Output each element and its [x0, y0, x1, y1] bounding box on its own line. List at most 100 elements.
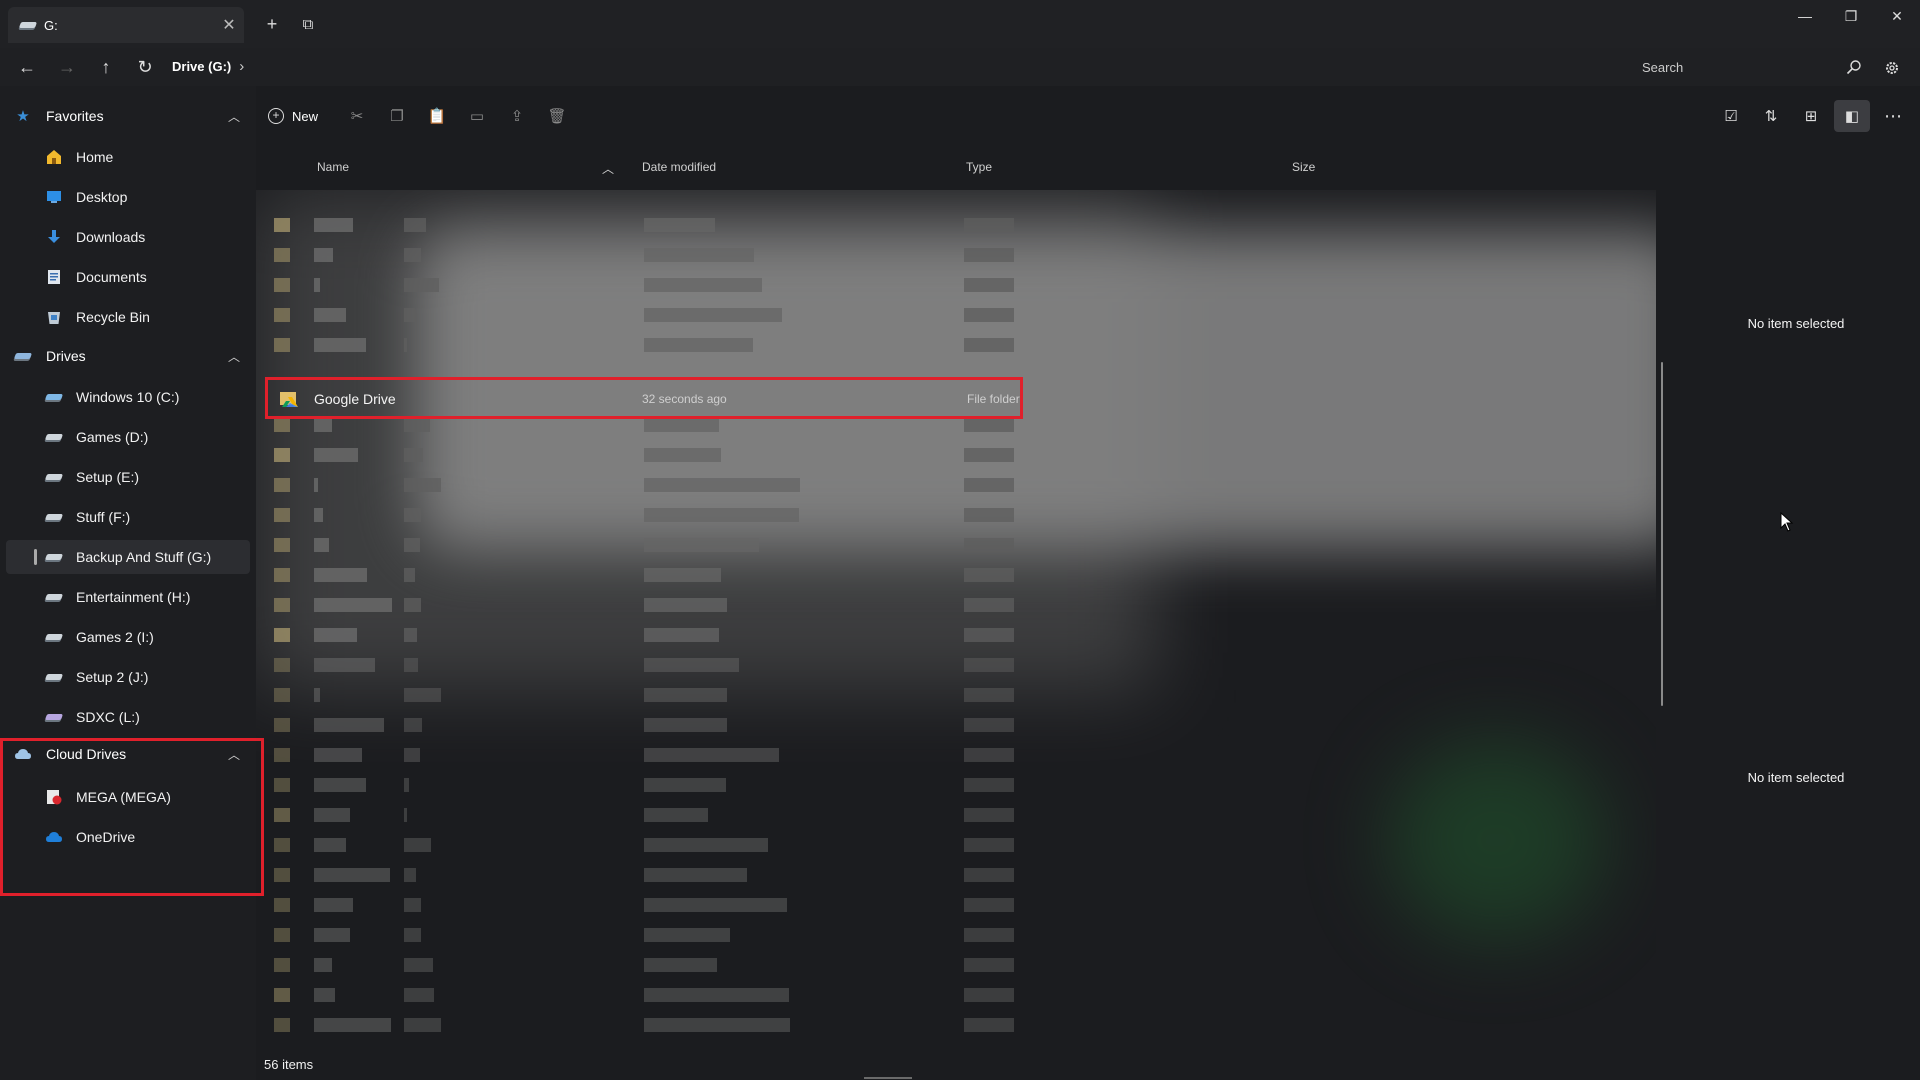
pixelated-block	[964, 448, 1014, 462]
pixelated-block	[274, 658, 290, 672]
minimize-button[interactable]: —	[1782, 0, 1828, 32]
sidebar-item-drive-h[interactable]: Entertainment (H:)	[34, 580, 252, 614]
pixelated-block	[314, 988, 335, 1002]
drives-header[interactable]: Drives ︿	[12, 342, 244, 370]
sidebar-item-drive-c[interactable]: Windows 10 (C:)	[34, 380, 252, 414]
settings-gear-icon[interactable]	[1878, 54, 1906, 82]
pixelated-block	[314, 508, 323, 522]
pixelated-block	[964, 778, 1014, 792]
sidebar-item-documents[interactable]: Documents	[34, 260, 252, 294]
tab-actions-icon[interactable]: ⧉	[294, 10, 322, 38]
pixelated-block	[964, 928, 1014, 942]
rename-icon[interactable]: ▭	[462, 100, 492, 132]
pixelated-block	[314, 1018, 391, 1032]
documents-icon	[44, 268, 64, 286]
pixelated-block	[404, 718, 422, 732]
multiselect-icon[interactable]: ☑	[1716, 100, 1746, 132]
pixelated-block	[404, 278, 439, 292]
layout-icon[interactable]: ⊞	[1796, 100, 1826, 132]
sidebar-item-drive-d[interactable]: Games (D:)	[34, 420, 252, 454]
maximize-button[interactable]: ❐	[1828, 0, 1874, 32]
vertical-scrollbar[interactable]	[1661, 362, 1663, 706]
refresh-button[interactable]: ↻	[130, 53, 160, 81]
breadcrumb-item-drive-g[interactable]: Drive (G:)	[172, 59, 231, 74]
sidebar: ★ Favorites ︿ Home Desktop Downloads Doc…	[0, 86, 256, 1080]
recycle-bin-icon	[44, 308, 64, 326]
sidebar-item-desktop[interactable]: Desktop	[34, 180, 252, 214]
chevron-up-icon[interactable]: ︿	[224, 108, 244, 125]
pixelated-block	[404, 218, 426, 232]
pixelated-block	[404, 308, 415, 322]
pixelated-block	[404, 778, 409, 792]
title-bar: G: ✕ + ⧉ — ❐ ✕	[0, 0, 1920, 48]
sidebar-item-drive-j[interactable]: Setup 2 (J:)	[34, 660, 252, 694]
pixelated-block	[964, 278, 1014, 292]
horizontal-scrollbar[interactable]	[864, 1077, 912, 1079]
search-placeholder[interactable]: Search	[1636, 60, 1842, 75]
drive-icon	[44, 628, 64, 646]
sidebar-item-downloads[interactable]: Downloads	[34, 220, 252, 254]
sort-icon[interactable]: ⇅	[1756, 100, 1786, 132]
pixelated-block	[644, 338, 753, 352]
pixelated-block	[314, 898, 353, 912]
new-button-label: New	[292, 108, 319, 124]
pixelated-block	[404, 898, 421, 912]
pixelated-block	[274, 688, 290, 702]
search-box[interactable]: Search	[1636, 54, 1866, 80]
delete-icon[interactable]: 🗑	[542, 100, 572, 132]
new-tab-button[interactable]: +	[258, 10, 286, 38]
cut-icon[interactable]: ✂	[342, 100, 372, 132]
up-button[interactable]: ↑	[91, 53, 121, 81]
paste-icon[interactable]: 📋	[422, 100, 452, 132]
copy-icon[interactable]: ❐	[382, 100, 412, 132]
pixelated-block	[644, 748, 779, 762]
search-icon[interactable]	[1842, 55, 1866, 79]
pixelated-block	[404, 448, 423, 462]
pixelated-block	[314, 688, 320, 702]
sidebar-item-drive-g[interactable]: Backup And Stuff (G:)	[6, 540, 250, 574]
chevron-up-icon[interactable]: ︿	[224, 348, 244, 365]
forward-button[interactable]: →	[52, 53, 82, 81]
sidebar-item-recycle-bin[interactable]: Recycle Bin	[34, 300, 252, 334]
tab-drive-g[interactable]: G: ✕	[8, 7, 244, 43]
sidebar-item-home[interactable]: Home	[34, 140, 252, 174]
pixelated-block	[314, 418, 332, 432]
breadcrumb-separator[interactable]: ›	[239, 58, 244, 75]
column-date-header[interactable]: Date modified	[642, 160, 716, 174]
pixelated-block	[964, 898, 1014, 912]
sidebar-item-drive-f[interactable]: Stuff (F:)	[34, 500, 252, 534]
sidebar-item-label: Documents	[76, 269, 147, 285]
column-type-header[interactable]: Type	[966, 160, 992, 174]
new-button[interactable]: + New	[268, 100, 318, 132]
column-name-header[interactable]: Name	[317, 160, 349, 174]
pixelated-block	[314, 568, 367, 582]
close-window-button[interactable]: ✕	[1874, 0, 1920, 32]
pixelated-block	[964, 628, 1014, 642]
desktop-icon	[44, 188, 64, 206]
column-size-header[interactable]: Size	[1292, 160, 1315, 174]
pixelated-block	[274, 418, 290, 432]
pixelated-block	[314, 338, 366, 352]
pixelated-block	[964, 688, 1014, 702]
favorites-header[interactable]: ★ Favorites ︿	[12, 102, 244, 130]
preview-pane: No item selected No item selected	[1672, 140, 1920, 1040]
sort-ascending-icon[interactable]: ︿	[602, 160, 614, 177]
share-icon[interactable]: ⇪	[502, 100, 532, 132]
pixelated-block	[644, 898, 787, 912]
pixelated-block	[644, 808, 708, 822]
sidebar-item-drive-l[interactable]: SDXC (L:)	[34, 700, 252, 734]
preview-pane-icon[interactable]: ◧	[1834, 100, 1870, 132]
pixelated-block	[644, 538, 759, 552]
pixelated-block	[964, 308, 1014, 322]
home-icon	[44, 148, 64, 166]
sidebar-item-label: SDXC (L:)	[76, 709, 140, 725]
close-tab-icon[interactable]: ✕	[214, 15, 244, 35]
more-options-icon[interactable]: ⋯	[1878, 100, 1908, 132]
pixelated-block	[274, 218, 290, 232]
pixelated-block	[404, 988, 434, 1002]
back-button[interactable]: ←	[12, 53, 42, 81]
pixelated-block	[274, 988, 290, 1002]
sidebar-item-drive-i[interactable]: Games 2 (I:)	[34, 620, 252, 654]
sidebar-item-drive-e[interactable]: Setup (E:)	[34, 460, 252, 494]
pixelated-block	[314, 718, 384, 732]
